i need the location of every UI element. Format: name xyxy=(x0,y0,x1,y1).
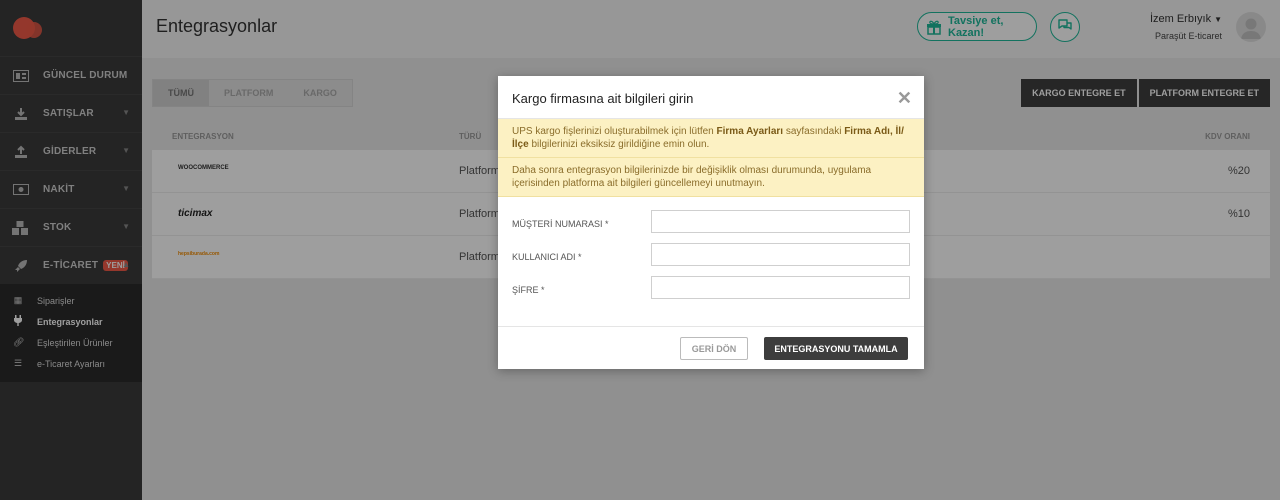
warning-alert-ups: UPS kargo fişlerinizi oluşturabilmek içi… xyxy=(498,119,924,158)
username-input[interactable] xyxy=(651,243,910,266)
form-row-username: KULLANICI ADI * xyxy=(512,243,910,276)
integration-form: MÜŞTERİ NUMARASI * KULLANICI ADI * ŞİFRE… xyxy=(498,197,924,309)
alert-text: sayfasındaki xyxy=(783,126,845,137)
complete-integration-button[interactable]: ENTEGRASYONU TAMAMLA xyxy=(764,337,908,360)
alert-text: UPS kargo fişlerinizi oluşturabilmek içi… xyxy=(512,126,717,137)
username-label: KULLANICI ADI * xyxy=(512,252,582,262)
password-label: ŞİFRE * xyxy=(512,285,545,295)
modal-header: Kargo firmasına ait bilgileri girin ✕ xyxy=(498,76,924,119)
customer-number-label: MÜŞTERİ NUMARASI * xyxy=(512,219,609,229)
form-row-customer-number: MÜŞTERİ NUMARASI * xyxy=(512,210,910,243)
warning-alert-update: Daha sonra entegrasyon bilgilerinizde bi… xyxy=(498,158,924,197)
password-input[interactable] xyxy=(651,276,910,299)
cargo-integration-modal: Kargo firmasına ait bilgileri girin ✕ UP… xyxy=(498,76,924,369)
modal-footer: GERİ DÖN ENTEGRASYONU TAMAMLA xyxy=(498,326,924,369)
modal-title: Kargo firmasına ait bilgileri girin xyxy=(512,91,694,106)
alert-text: bilgilerinizi eksiksiz girildiğine emin … xyxy=(528,139,710,150)
alert-text: Daha sonra entegrasyon bilgilerinizde bi… xyxy=(512,165,872,189)
customer-number-input[interactable] xyxy=(651,210,910,233)
back-button[interactable]: GERİ DÖN xyxy=(680,337,748,360)
close-icon[interactable]: ✕ xyxy=(897,88,912,109)
firma-ayarlari-link: Firma Ayarları xyxy=(716,126,784,137)
form-row-password: ŞİFRE * xyxy=(512,276,910,309)
